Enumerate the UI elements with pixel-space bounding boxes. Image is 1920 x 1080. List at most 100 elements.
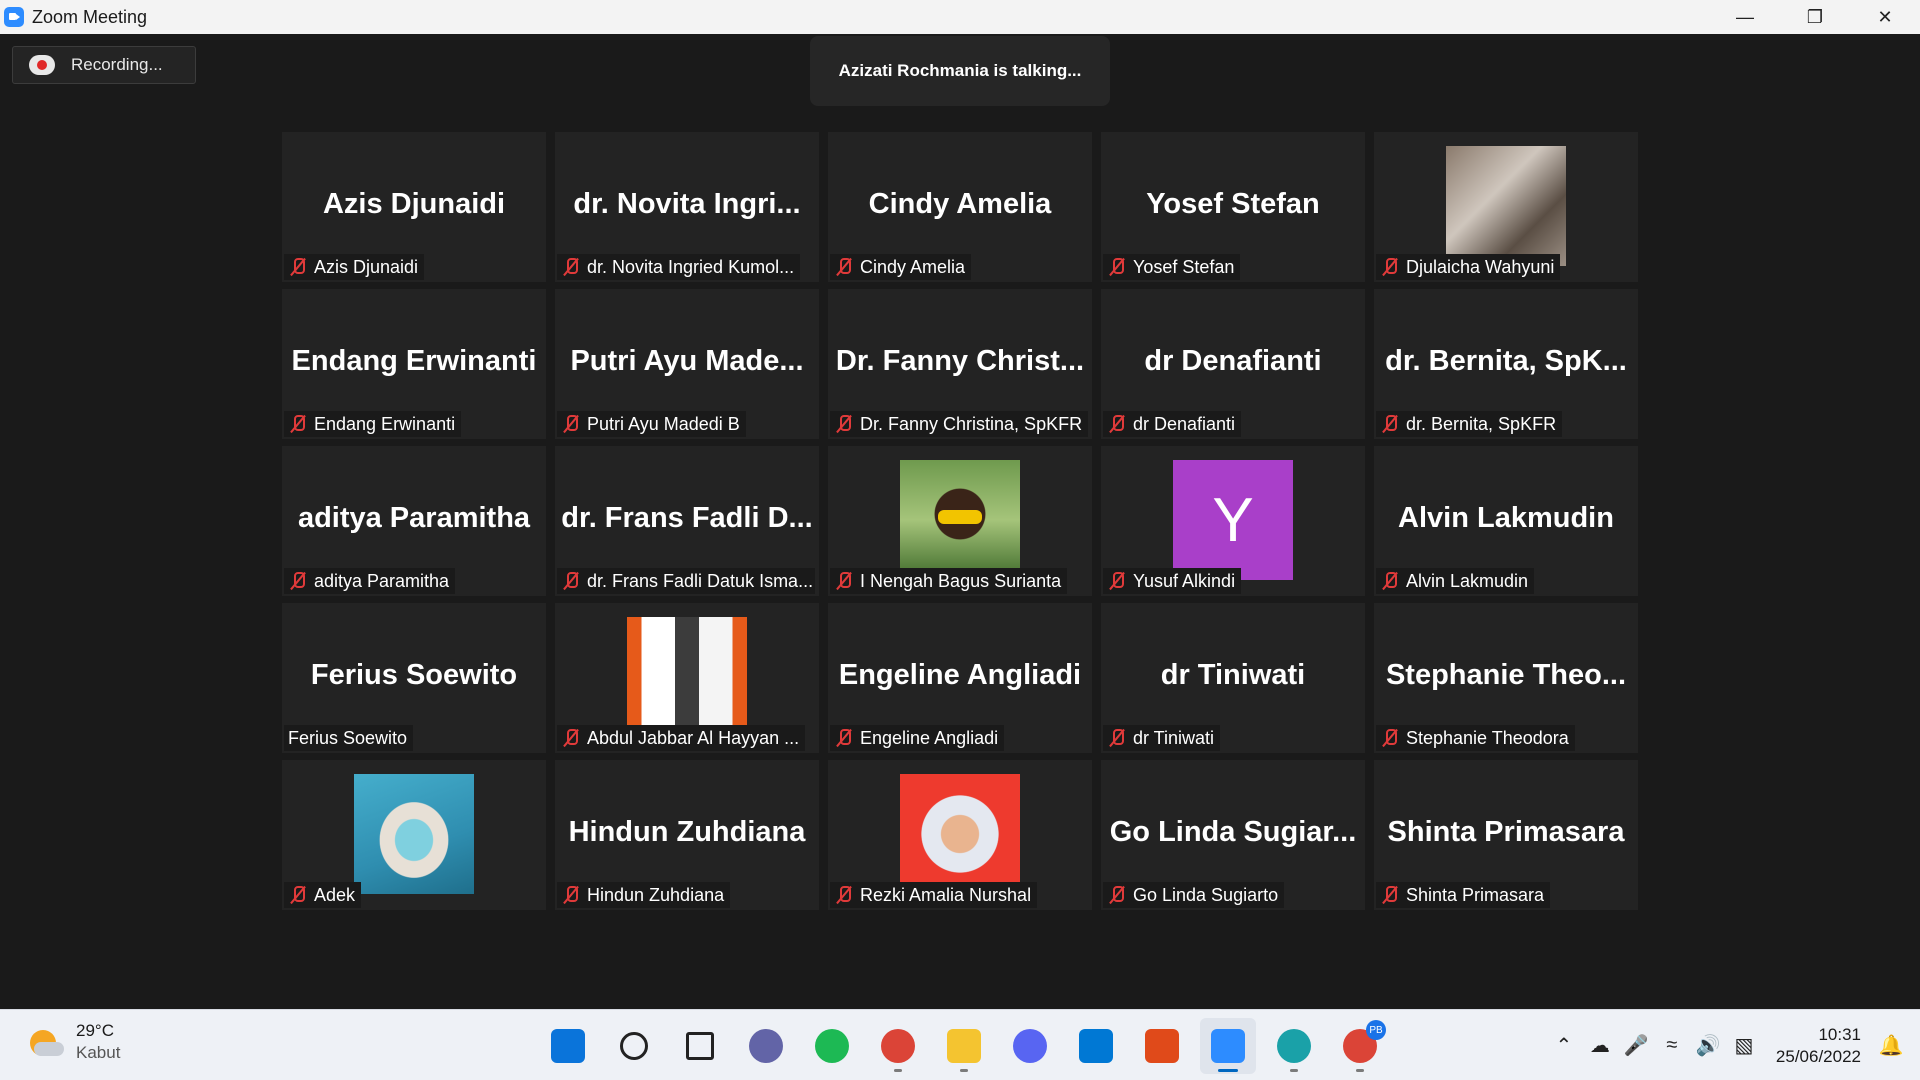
participant-tile[interactable]: Endang Erwinanti Endang Erwinanti	[282, 289, 546, 439]
participant-name: Hindun Zuhdiana	[587, 884, 725, 905]
restore-button[interactable]: ❐	[1780, 0, 1850, 34]
participant-tile[interactable]: Cindy Amelia Cindy Amelia	[828, 132, 1092, 282]
minimize-button[interactable]: —	[1710, 0, 1780, 34]
participant-tile[interactable]: dr. Frans Fadli D... dr. Frans Fadli Datu…	[555, 446, 819, 596]
mic-muted-icon	[1107, 257, 1127, 277]
participant-name-label: Yosef Stefan	[1103, 254, 1241, 280]
start-icon[interactable]	[540, 1018, 596, 1074]
participant-tile[interactable]: Rezki Amalia Nurshal	[828, 760, 1092, 910]
participant-tile[interactable]: Adek	[282, 760, 546, 910]
participant-tile[interactable]: I Nengah Bagus Surianta	[828, 446, 1092, 596]
participant-name: Dr. Fanny Christina, SpKFR	[860, 413, 1083, 434]
mic-muted-icon	[834, 414, 854, 434]
participant-name: dr. Frans Fadli Datuk Isma...	[587, 570, 814, 591]
participant-name: Go Linda Sugiarto	[1133, 884, 1279, 905]
volume-icon[interactable]: 🔊	[1693, 1031, 1723, 1061]
participant-tile[interactable]: Hindun Zuhdiana Hindun Zuhdiana	[555, 760, 819, 910]
participant-display-name: dr Denafianti	[1144, 345, 1322, 377]
participant-name-label: Dr. Fanny Christina, SpKFR	[830, 411, 1088, 437]
participant-name: Rezki Amalia Nurshal	[860, 884, 1032, 905]
participant-name: I Nengah Bagus Surianta	[860, 570, 1062, 591]
file-explorer-icon[interactable]	[936, 1018, 992, 1074]
mic-muted-icon	[1380, 257, 1400, 277]
participant-tile[interactable]: Yosef Stefan Yosef Stefan	[1101, 132, 1365, 282]
participant-name-label: Rezki Amalia Nurshal	[830, 882, 1038, 908]
participant-tile[interactable]: dr Tiniwati dr Tiniwati	[1101, 603, 1365, 753]
zoom-app-icon	[4, 7, 24, 27]
participant-name-label: Engeline Angliadi	[830, 725, 1005, 751]
running-indicator	[894, 1069, 902, 1072]
participant-tile[interactable]: Stephanie Theo... Stephanie Theodora	[1374, 603, 1638, 753]
participant-video	[1446, 146, 1566, 266]
mail-icon[interactable]	[1068, 1018, 1124, 1074]
mic-muted-icon	[288, 571, 308, 591]
participant-display-name: dr Tiniwati	[1160, 659, 1306, 691]
spotify-icon[interactable]	[804, 1018, 860, 1074]
participant-name-label: I Nengah Bagus Surianta	[830, 568, 1068, 594]
participant-tile[interactable]: aditya Paramitha aditya Paramitha	[282, 446, 546, 596]
participant-display-name: Azis Djunaidi	[322, 188, 506, 220]
participant-name-label: Shinta Primasara	[1376, 882, 1551, 908]
participant-tile[interactable]: Abdul Jabbar Al Hayyan ...	[555, 603, 819, 753]
mic-muted-icon	[834, 728, 854, 748]
profile-badge: PB	[1366, 1020, 1386, 1040]
zoom-icon[interactable]	[1200, 1018, 1256, 1074]
chrome-icon[interactable]	[870, 1018, 926, 1074]
participant-tile[interactable]: Putri Ayu Made... Putri Ayu Madedi B	[555, 289, 819, 439]
running-indicator	[1356, 1069, 1364, 1072]
participant-tile[interactable]: Shinta Primasara Shinta Primasara	[1374, 760, 1638, 910]
teams-chat-icon[interactable]	[738, 1018, 794, 1074]
participant-name-label: Endang Erwinanti	[284, 411, 462, 437]
chevron-up-icon[interactable]: ⌃	[1549, 1031, 1579, 1061]
participant-tile[interactable]: dr. Bernita, SpK... dr. Bernita, SpKFR	[1374, 289, 1638, 439]
participant-tile[interactable]: Engeline Angliadi Engeline Angliadi	[828, 603, 1092, 753]
participant-name: Cindy Amelia	[860, 256, 966, 277]
clock-date: 25/06/2022	[1775, 1046, 1861, 1066]
participant-grid: Azis Djunaidi Azis Djunaidi dr. Novita Ing…	[282, 132, 1638, 910]
battery-icon[interactable]: ▧	[1729, 1031, 1759, 1061]
participant-tile[interactable]: Alvin Lakmudin Alvin Lakmudin	[1374, 446, 1638, 596]
participant-video	[900, 774, 1020, 894]
participant-tile[interactable]: Dr. Fanny Christ... Dr. Fanny Christina, …	[828, 289, 1092, 439]
participant-video: Y	[1173, 460, 1293, 580]
chrome-profile-icon[interactable]: PB	[1332, 1018, 1388, 1074]
participant-tile[interactable]: dr. Novita Ingri... dr. Novita Ingried Ku…	[555, 132, 819, 282]
search-icon[interactable]	[606, 1018, 662, 1074]
mic-muted-icon	[288, 414, 308, 434]
store-icon[interactable]	[1134, 1018, 1190, 1074]
mic-muted-icon	[1380, 885, 1400, 905]
task-view-icon[interactable]	[672, 1018, 728, 1074]
participant-tile[interactable]: Y Yusuf Alkindi	[1101, 446, 1365, 596]
weather-temp: 29°C	[76, 1021, 114, 1040]
participant-name-label: aditya Paramitha	[284, 568, 456, 594]
participant-tile[interactable]: dr Denafianti dr Denafianti	[1101, 289, 1365, 439]
running-indicator	[960, 1069, 968, 1072]
participant-name-label: Yusuf Alkindi	[1103, 568, 1242, 594]
mic-muted-icon	[834, 885, 854, 905]
onedrive-icon[interactable]: ☁	[1585, 1031, 1615, 1061]
edge-icon[interactable]	[1266, 1018, 1322, 1074]
microphone-icon[interactable]: 🎤	[1621, 1031, 1651, 1061]
running-indicator	[1218, 1069, 1238, 1072]
participant-tile[interactable]: Go Linda Sugiar... Go Linda Sugiarto	[1101, 760, 1365, 910]
participant-tile[interactable]: Ferius Soewito Ferius Soewito	[282, 603, 546, 753]
mic-muted-icon	[1380, 414, 1400, 434]
close-button[interactable]: ✕	[1850, 0, 1920, 34]
participant-name-label: Azis Djunaidi	[284, 254, 425, 280]
participant-name-label: Cindy Amelia	[830, 254, 972, 280]
title-bar: Zoom Meeting — ❐ ✕	[0, 0, 1920, 34]
participant-tile[interactable]: Azis Djunaidi Azis Djunaidi	[282, 132, 546, 282]
clock[interactable]: 10:31 25/06/2022	[1776, 1024, 1861, 1068]
mic-muted-icon	[1107, 571, 1127, 591]
wifi-icon[interactable]: ≈	[1657, 1031, 1687, 1061]
weather-widget[interactable]: 29°C Kabut	[28, 1020, 120, 1064]
participant-name: Abdul Jabbar Al Hayyan ...	[587, 727, 800, 748]
participant-video	[627, 617, 747, 737]
recording-indicator[interactable]: Recording...	[12, 46, 196, 84]
participant-tile[interactable]: Djulaicha Wahyuni	[1374, 132, 1638, 282]
window-controls: — ❐ ✕	[1710, 0, 1920, 34]
notification-icon[interactable]: 🔔	[1876, 1031, 1906, 1061]
participant-display-name: Shinta Primasara	[1387, 816, 1625, 848]
participant-display-name: dr. Frans Fadli D...	[561, 502, 813, 534]
discord-icon[interactable]	[1002, 1018, 1058, 1074]
